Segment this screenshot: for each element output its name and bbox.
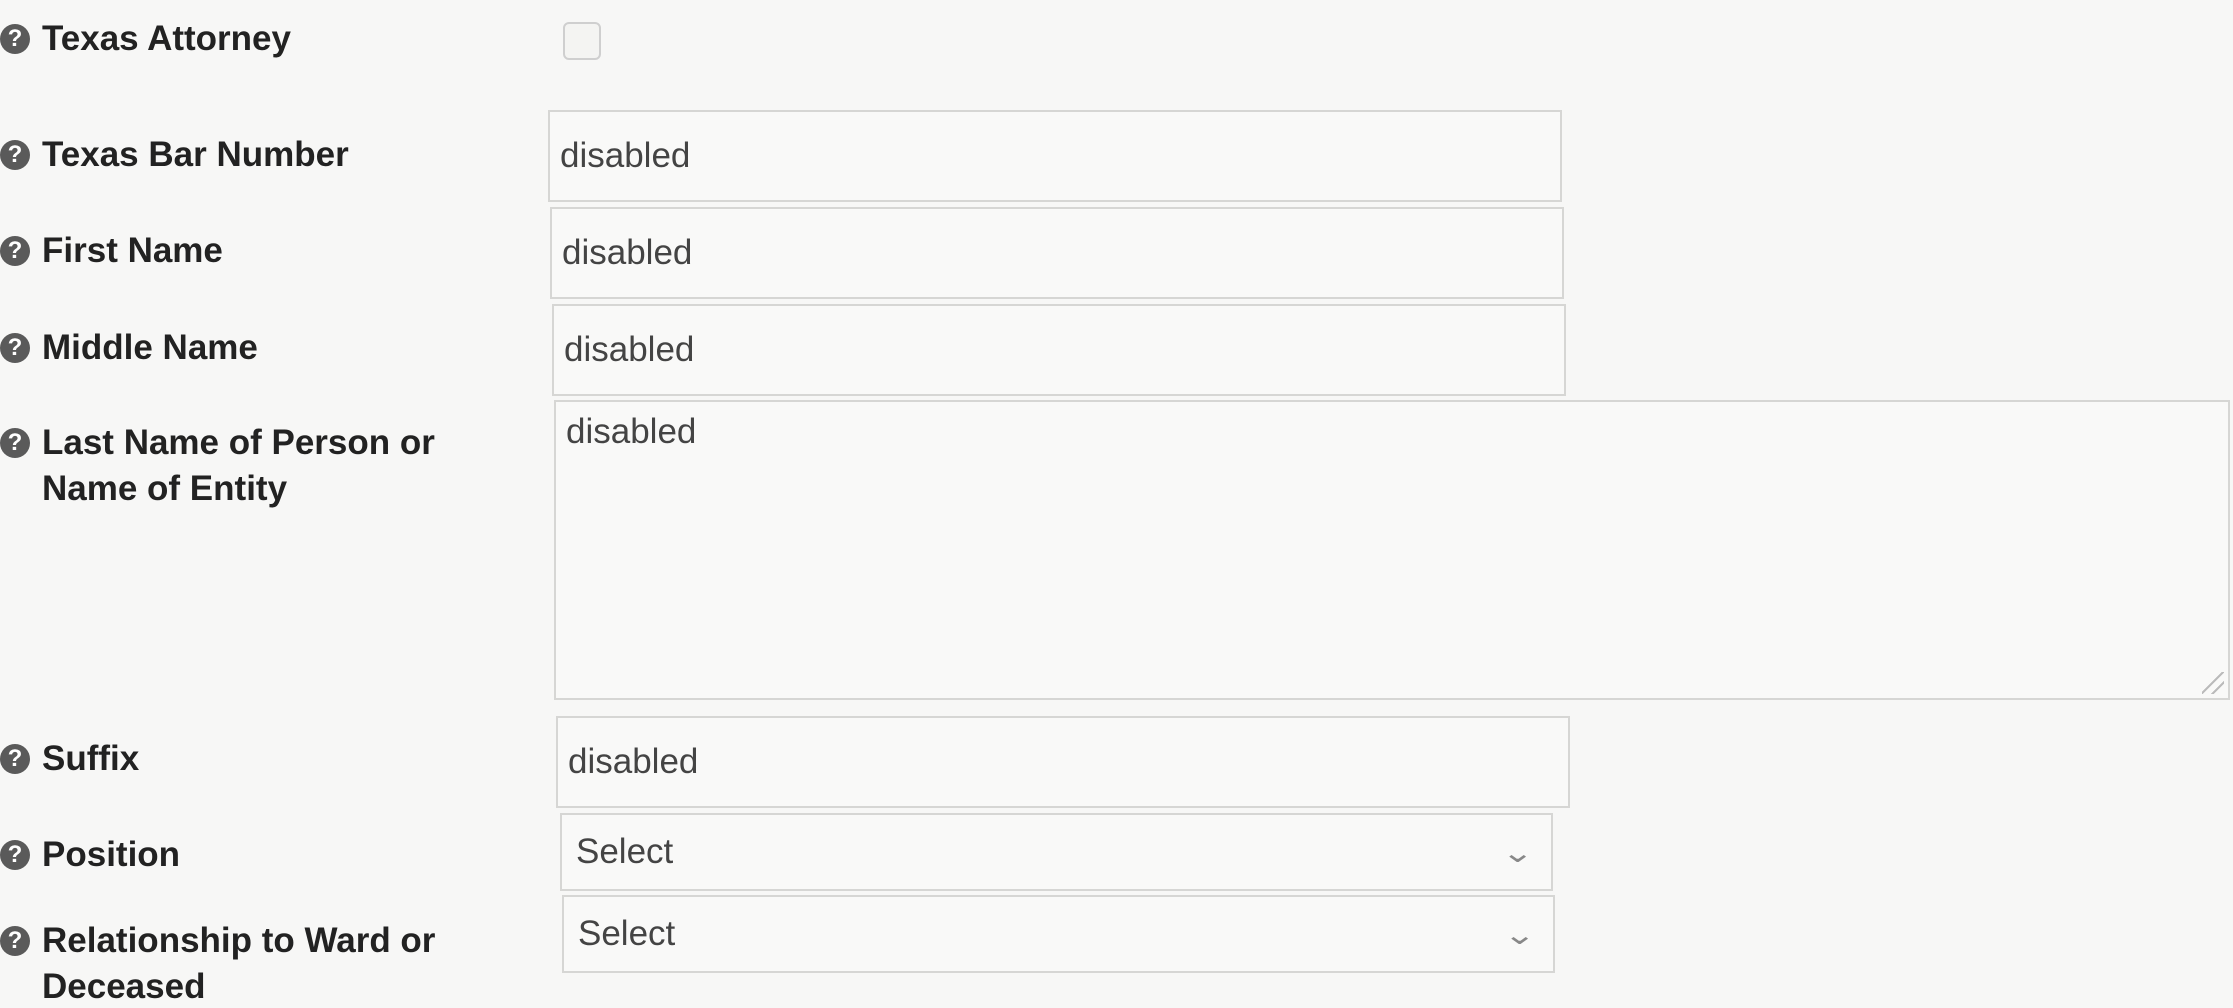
relationship-select[interactable]: Select ⌄ bbox=[562, 895, 1555, 973]
texas-attorney-checkbox[interactable] bbox=[563, 22, 601, 60]
help-circle-icon[interactable]: ? bbox=[0, 926, 30, 956]
help-circle-icon[interactable]: ? bbox=[0, 24, 30, 54]
party-form: ? Texas Attorney ? Texas Bar Number disa… bbox=[0, 0, 2233, 1008]
help-circle-icon[interactable]: ? bbox=[0, 333, 30, 363]
position-label: ? Position bbox=[0, 832, 520, 878]
relationship-label: ? Relationship to Ward or Deceased bbox=[0, 918, 520, 1008]
suffix-label: ? Suffix bbox=[0, 736, 520, 782]
help-circle-icon[interactable]: ? bbox=[0, 744, 30, 774]
resize-handle-icon[interactable] bbox=[2202, 672, 2224, 694]
help-circle-icon[interactable]: ? bbox=[0, 840, 30, 870]
position-select[interactable]: Select ⌄ bbox=[560, 813, 1553, 891]
middle-name-input[interactable]: disabled bbox=[552, 304, 1566, 396]
last-name-textarea[interactable]: disabled bbox=[554, 400, 2230, 700]
chevron-down-icon: ⌄ bbox=[1502, 918, 1536, 950]
chevron-down-icon: ⌄ bbox=[1500, 836, 1534, 868]
texas-bar-number-label: ? Texas Bar Number bbox=[0, 132, 520, 178]
first-name-label: ? First Name bbox=[0, 228, 520, 274]
help-circle-icon[interactable]: ? bbox=[0, 140, 30, 170]
middle-name-label: ? Middle Name bbox=[0, 325, 520, 371]
texas-attorney-label: ? Texas Attorney bbox=[0, 16, 500, 62]
last-name-label: ? Last Name of Person or Name of Entity bbox=[0, 420, 520, 512]
help-circle-icon[interactable]: ? bbox=[0, 428, 30, 458]
first-name-input[interactable]: disabled bbox=[550, 207, 1564, 299]
help-circle-icon[interactable]: ? bbox=[0, 236, 30, 266]
texas-bar-number-input[interactable]: disabled bbox=[548, 110, 1562, 202]
suffix-input[interactable]: disabled bbox=[556, 716, 1570, 808]
